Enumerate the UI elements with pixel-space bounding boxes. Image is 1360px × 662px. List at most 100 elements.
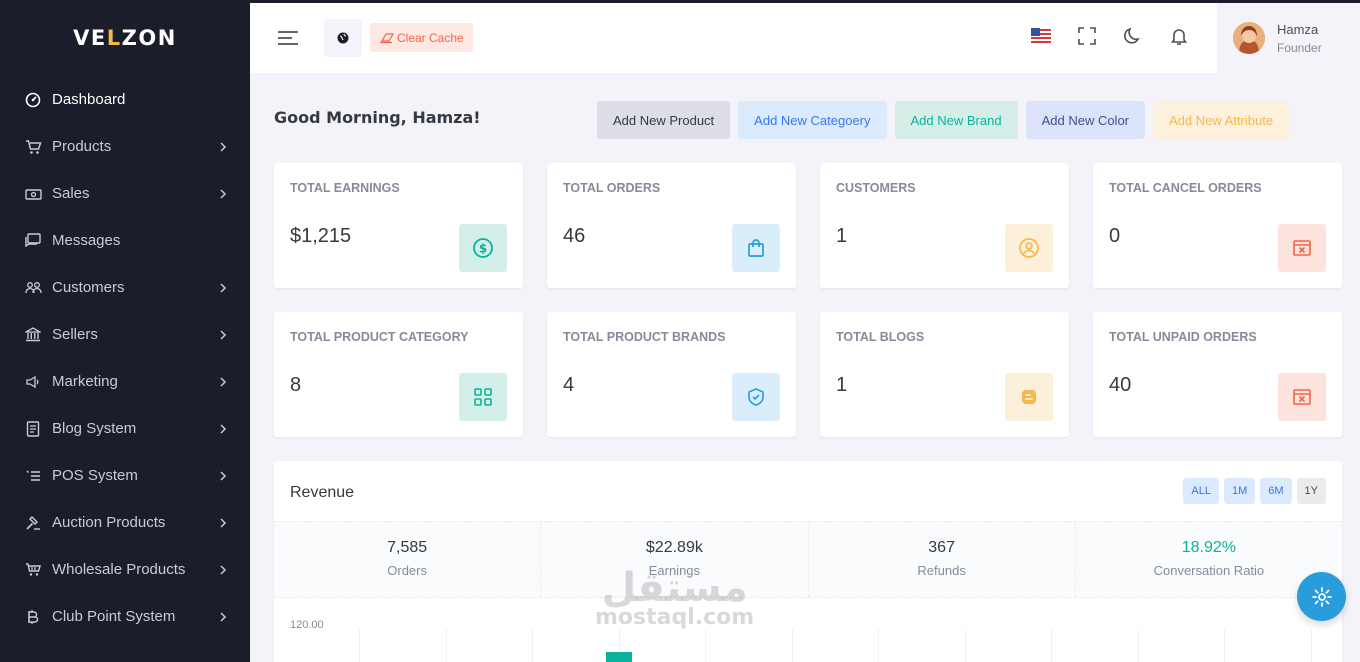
stat-title: CUSTOMERS [836, 181, 916, 195]
stat-card-total-orders[interactable]: TOTAL ORDERS 46 [547, 163, 796, 288]
settings-fab-button[interactable] [1297, 572, 1346, 621]
range-all-button[interactable]: ALL [1183, 478, 1219, 504]
stat-card-total-unpaid-orders[interactable]: TOTAL UNPAID ORDERS 40 [1093, 312, 1342, 437]
range-1y-button[interactable]: 1Y [1296, 478, 1326, 504]
user-profile-dropdown[interactable]: Hamza Founder [1217, 3, 1360, 73]
range-1m-button[interactable]: 1M [1223, 478, 1256, 504]
chart-gridline [792, 629, 793, 662]
chevron-right-icon [220, 517, 227, 528]
globe-icon [337, 32, 349, 44]
globe-button[interactable] [324, 19, 362, 57]
add-new-color-button[interactable]: Add New Color [1025, 101, 1146, 139]
chart-gridline [359, 629, 360, 662]
add-new-brand-button[interactable]: Add New Brand [894, 101, 1018, 139]
dark-mode-moon-icon[interactable] [1122, 25, 1144, 47]
dashboard-icon [24, 91, 42, 109]
chevron-right-icon [220, 376, 227, 387]
stat-card-total-cancel-orders[interactable]: TOTAL CANCEL ORDERS 0 [1093, 163, 1342, 288]
stat-card-customers[interactable]: CUSTOMERS 1 [820, 163, 1069, 288]
revenue-refunds: 367 Refunds [809, 522, 1076, 597]
stat-title: TOTAL PRODUCT CATEGORY [290, 330, 469, 344]
chat-icon [24, 232, 42, 250]
unpaid-icon [1278, 373, 1326, 421]
bag-icon [732, 224, 780, 272]
fullscreen-icon[interactable] [1076, 25, 1098, 47]
sidebar-item-label: Club Point System [52, 608, 176, 625]
sidebar-item-label: POS System [52, 467, 138, 484]
stat-card-total-blogs[interactable]: TOTAL BLOGS 1 [820, 312, 1069, 437]
dollar-icon: $ [459, 224, 507, 272]
user-role: Founder [1277, 40, 1322, 55]
hamburger-menu-icon[interactable] [277, 29, 299, 47]
sidebar-item-label: Customers [52, 279, 125, 296]
chart-gridline [446, 629, 447, 662]
greeting-heading: Good Morning, Hamza! [274, 108, 481, 127]
range-6m-button[interactable]: 6M [1260, 478, 1292, 504]
sidebar-item-club-point-system[interactable]: Club Point System [0, 593, 250, 640]
add-new-attribute-button[interactable]: Add New Attribute [1153, 101, 1290, 139]
sidebar-item-products[interactable]: Products [0, 123, 250, 170]
notification-bell-icon[interactable] [1168, 25, 1190, 47]
gear-icon [1311, 586, 1332, 607]
sidebar-item-wholesale-products[interactable]: Wholesale Products [0, 546, 250, 593]
us-flag-icon[interactable] [1030, 25, 1052, 47]
sidebar-item-blog-system[interactable]: Blog System [0, 405, 250, 452]
sidebar-item-dashboard[interactable]: Dashboard [0, 76, 250, 123]
chart-bar [606, 652, 632, 662]
sidebar-item-auction-products[interactable]: Auction Products [0, 499, 250, 546]
stat-title: TOTAL BLOGS [836, 330, 925, 344]
chart-gridline [1138, 629, 1139, 662]
grid-icon [459, 373, 507, 421]
topbar-actions [1030, 25, 1190, 47]
chevron-right-icon [220, 141, 227, 152]
clear-cache-button[interactable]: Clear Cache [370, 23, 473, 52]
chart-gridline [965, 629, 966, 662]
stat-value: 40 [1109, 374, 1132, 396]
chevron-right-icon [220, 282, 227, 293]
bank-icon [24, 326, 42, 344]
chart-gridline [532, 629, 533, 662]
stat-value: 46 [563, 225, 586, 247]
quick-actions: Add New Product Add New Categoery Add Ne… [597, 101, 1290, 139]
revenue-orders: 7,585 Orders [274, 522, 542, 597]
watermark-logo: مستقل mostaql.com [595, 565, 754, 630]
stat-card-total-earnings[interactable]: TOTAL EARNINGS $1,215 $ [274, 163, 523, 288]
summary-label: Refunds [917, 563, 966, 578]
summary-value: $22.89k [645, 539, 703, 556]
revenue-summary: 7,585 Orders $22.89k Earnings 367 Refund… [274, 521, 1342, 598]
summary-value: 7,585 [387, 539, 428, 556]
sidebar-item-label: Dashboard [52, 91, 126, 108]
chevron-right-icon [220, 423, 227, 434]
svg-text:$: $ [479, 242, 487, 256]
stat-card-total-product-category[interactable]: TOTAL PRODUCT CATEGORY 8 [274, 312, 523, 437]
blogger-icon [1005, 373, 1053, 421]
sidebar-item-marketing[interactable]: Marketing [0, 358, 250, 405]
chevron-right-icon [220, 611, 227, 622]
sidebar-item-sales[interactable]: Sales [0, 170, 250, 217]
chart-gridline [1224, 629, 1225, 662]
stat-value: 4 [563, 374, 575, 396]
add-new-category-button[interactable]: Add New Categoery [738, 101, 887, 139]
revenue-title: Revenue [290, 484, 355, 501]
watermark-url: mostaql.com [595, 605, 755, 630]
stat-value: 8 [290, 374, 302, 396]
eraser-icon [380, 32, 395, 43]
users-icon [24, 279, 42, 297]
sidebar-item-sellers[interactable]: Sellers [0, 311, 250, 358]
sidebar: VE L ZON Dashboard Products Sales Messages… [0, 0, 250, 662]
add-new-product-button[interactable]: Add New Product [597, 101, 731, 139]
sidebar-item-label: Marketing [52, 373, 118, 390]
revenue-range-filter: ALL 1M 6M 1Y [1183, 478, 1326, 504]
money-icon [24, 185, 42, 203]
chevron-right-icon [220, 470, 227, 481]
shield-icon [732, 373, 780, 421]
stat-card-total-product-brands[interactable]: TOTAL PRODUCT BRANDS 4 [547, 312, 796, 437]
sidebar-item-label: Sales [52, 185, 90, 202]
sidebar-item-messages[interactable]: Messages [0, 217, 250, 264]
stat-title: TOTAL CANCEL ORDERS [1109, 181, 1262, 195]
blog-icon [24, 420, 42, 438]
stat-value: $1,215 [290, 225, 352, 247]
sidebar-item-pos-system[interactable]: POS System [0, 452, 250, 499]
sidebar-item-customers[interactable]: Customers [0, 264, 250, 311]
brand-logo[interactable]: VE L ZON [0, 0, 250, 76]
